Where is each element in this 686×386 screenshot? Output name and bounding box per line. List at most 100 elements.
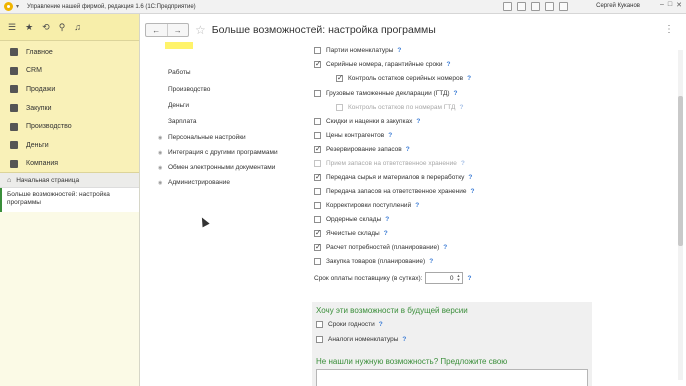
help-icon[interactable]: ? — [406, 146, 410, 153]
checkbox[interactable] — [314, 202, 321, 209]
section-purchases[interactable]: Закупки — [0, 99, 139, 118]
section-production[interactable]: Производство — [0, 117, 139, 136]
checkbox[interactable] — [314, 228, 321, 237]
checkbox[interactable] — [314, 216, 321, 223]
home-page-link[interactable]: ⌂ Начальная страница — [0, 173, 139, 188]
history-icon[interactable]: ⟲ — [42, 22, 50, 32]
app-logo-icon[interactable] — [4, 2, 13, 11]
tree-item-salary[interactable]: Зарплата — [168, 118, 196, 125]
help-icon[interactable]: ? — [416, 118, 420, 125]
checkbox[interactable] — [314, 90, 321, 97]
help-icon[interactable]: ? — [467, 275, 471, 282]
close-window-button[interactable]: ✕ — [676, 1, 682, 9]
help-icon[interactable]: ? — [454, 90, 458, 97]
checkbox[interactable] — [314, 59, 321, 68]
payment-term-input[interactable]: 0 ▲ ▼ — [425, 272, 464, 284]
checkbox[interactable] — [316, 321, 323, 328]
more-actions-icon[interactable]: ⋮ — [664, 24, 674, 35]
option-row: Передача запасов на ответственное хранен… — [314, 188, 474, 195]
favorite-star-icon[interactable]: ☆ — [195, 24, 206, 36]
maximize-button[interactable]: □ — [668, 1, 672, 9]
expand-icon[interactable]: ◉ — [158, 165, 168, 171]
spinner-icon[interactable]: ▲ ▼ — [457, 274, 461, 282]
help-icon[interactable]: ? — [470, 188, 474, 195]
user-name[interactable]: Сергей Куканов — [596, 3, 640, 9]
calendar-icon[interactable] — [531, 2, 540, 11]
tree-item-edo[interactable]: ◉ Обмен электронными документами — [158, 164, 275, 171]
tree-item-integration[interactable]: ◉ Интеграция с другими программами — [158, 149, 278, 156]
option-row: Контроль остатков серийных номеров? — [336, 73, 471, 82]
chevron-down-icon[interactable]: ▾ — [16, 3, 19, 10]
tree-item-admin[interactable]: ◉ Администрирование — [158, 179, 230, 186]
help-icon[interactable]: ? — [468, 174, 472, 181]
tree-item-production[interactable]: Производство — [168, 86, 210, 93]
calculator-icon[interactable] — [545, 2, 554, 11]
bell-icon[interactable] — [559, 2, 568, 11]
checkbox[interactable] — [314, 172, 321, 181]
titlebar-toolbar — [503, 2, 568, 11]
suggestion-textarea[interactable] — [316, 369, 588, 386]
help-icon[interactable]: ? — [429, 258, 433, 265]
option-row: Ордерные склады? — [314, 216, 389, 223]
option-row: Расчет потребностей (планирование)? — [314, 242, 447, 251]
checkbox[interactable] — [314, 132, 321, 139]
help-icon[interactable]: ? — [415, 202, 419, 209]
option-row: Закупка товаров (планирование)? — [314, 258, 433, 265]
form-header: ← → ☆ Больше возможностей: настройка про… — [145, 23, 436, 37]
help-icon[interactable]: ? — [443, 244, 447, 251]
sales-icon — [10, 85, 18, 94]
expand-icon[interactable]: ◉ — [158, 150, 168, 156]
future-title: Хочу эти возможности в будущей версии — [316, 306, 468, 315]
expand-icon[interactable]: ◉ — [158, 135, 168, 141]
tree-item-personal[interactable]: ◉ Персональные настройки — [158, 134, 246, 141]
checkbox[interactable] — [314, 144, 321, 153]
checkbox[interactable] — [314, 242, 321, 251]
bell-icon[interactable]: ♫ — [74, 22, 81, 32]
section-money[interactable]: Деньги — [0, 136, 139, 155]
save-icon[interactable] — [503, 2, 512, 11]
checkbox[interactable] — [314, 118, 321, 125]
help-icon[interactable]: ? — [388, 132, 392, 139]
scrollbar-thumb[interactable] — [678, 96, 683, 246]
open-window-item[interactable]: Больше возможностей: настройка программы — [0, 188, 139, 212]
checkbox[interactable] — [316, 336, 323, 343]
section-sales[interactable]: Продажи — [0, 80, 139, 99]
help-icon[interactable]: ? — [379, 321, 383, 328]
expand-icon[interactable]: ◉ — [158, 180, 168, 186]
option-row: Резервирование запасов? — [314, 144, 410, 153]
scrollbar[interactable] — [678, 50, 683, 380]
forward-button[interactable]: → — [166, 24, 189, 36]
help-icon[interactable]: ? — [461, 160, 465, 167]
help-icon[interactable]: ? — [459, 104, 463, 111]
back-button[interactable]: ← — [146, 24, 167, 36]
title-bar: ▾ Управление нашей фирмой, редакция 1.6 … — [0, 0, 686, 14]
help-icon[interactable]: ? — [467, 75, 471, 82]
print-icon[interactable] — [517, 2, 526, 11]
checkbox[interactable] — [336, 73, 343, 82]
money-icon — [10, 141, 18, 150]
home-icon: ⌂ — [7, 176, 12, 184]
option-row: Партии номенклатуры? — [314, 47, 401, 54]
help-icon[interactable]: ? — [447, 61, 451, 68]
tree-item-works[interactable]: Работы — [168, 69, 191, 76]
star-icon[interactable]: ★ — [25, 22, 33, 32]
checkbox[interactable] — [314, 258, 321, 265]
payment-term-row: Срок оплаты поставщику (в сутках): 0 ▲ ▼ … — [314, 272, 471, 284]
tree-item-money[interactable]: Деньги — [168, 102, 189, 109]
section-main[interactable]: Главное — [0, 43, 139, 62]
help-icon[interactable]: ? — [384, 230, 388, 237]
menu-icon[interactable]: ☰ — [8, 22, 16, 32]
help-icon[interactable]: ? — [402, 336, 406, 343]
section-crm[interactable]: CRM — [0, 62, 139, 81]
production-icon — [10, 122, 18, 131]
help-icon[interactable]: ? — [397, 47, 401, 54]
search-icon[interactable]: ⚲ — [59, 22, 66, 32]
checkbox[interactable] — [314, 188, 321, 195]
checkbox[interactable] — [314, 47, 321, 54]
section-company[interactable]: Компания — [0, 155, 139, 174]
future-option-row: Сроки годности? — [316, 321, 383, 328]
option-row: Прием запасов на ответственное хранение? — [314, 160, 465, 167]
minimize-button[interactable]: – — [660, 1, 664, 9]
future-option-row: Аналоги номенклатуры? — [316, 336, 406, 343]
help-icon[interactable]: ? — [385, 216, 389, 223]
